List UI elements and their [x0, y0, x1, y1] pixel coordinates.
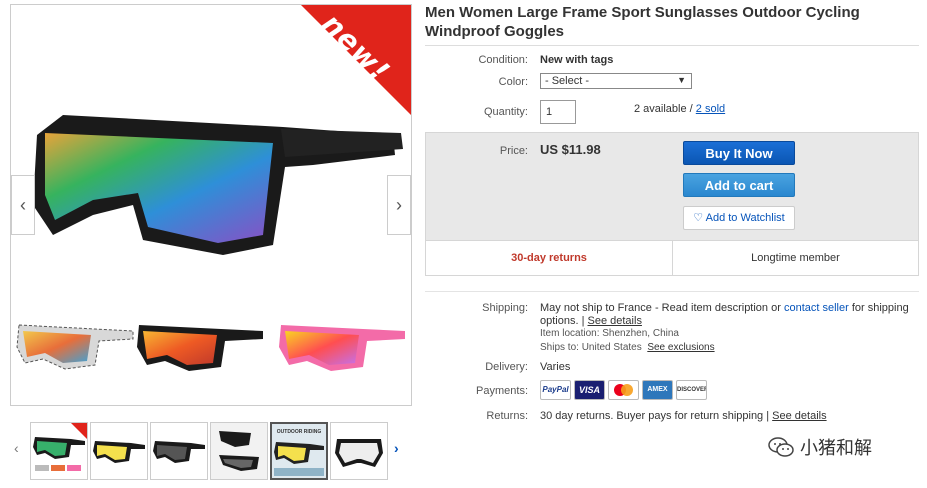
paypal-icon: PayPal	[540, 380, 571, 400]
returns-info: 30 day returns. Buyer pays for return sh…	[540, 410, 827, 422]
price-value: US $11.98	[540, 142, 601, 157]
listing-page: new! ‹ › ‹ OUTDOOR RIDING › Men Women La…	[0, 0, 927, 488]
thumbnail-5[interactable]: OUTDOOR RIDING	[270, 422, 328, 480]
amex-icon: AMEX	[642, 380, 673, 400]
delivery-value: Varies	[540, 361, 571, 373]
watermark: 小猪和解	[768, 432, 918, 462]
price-label: Price:	[499, 145, 528, 157]
condition-label: Condition:	[478, 54, 528, 66]
dropdown-caret-icon: ▼	[677, 75, 686, 85]
item-location: Item location: Shenzhen, China	[540, 328, 679, 339]
heart-icon: ♡	[693, 212, 704, 224]
variant-camo-image	[16, 324, 134, 370]
image-gallery: new! ‹ ›	[10, 4, 412, 406]
returns-label: Returns:	[486, 410, 528, 422]
discover-icon: DISCOVER	[676, 380, 707, 400]
returns-see-details-link[interactable]: See details	[772, 410, 826, 422]
product-title: Men Women Large Frame Sport Sunglasses O…	[425, 4, 860, 40]
shipping-info: May not ship to France - Read item descr…	[540, 302, 909, 327]
section-divider	[425, 291, 919, 292]
quantity-label: Quantity:	[483, 106, 528, 118]
visa-icon: VISA	[574, 380, 605, 400]
availability: 2 available / 2 sold	[634, 103, 726, 115]
contact-seller-link[interactable]: contact seller	[784, 302, 849, 314]
color-label: Color:	[498, 76, 528, 88]
color-select[interactable]: - Select - ▼	[540, 73, 692, 89]
thumb-next-button[interactable]: ›	[394, 440, 399, 456]
thumb-prev-button[interactable]: ‹	[14, 440, 19, 456]
thumbnail-2[interactable]	[90, 422, 148, 480]
thumbnail-1[interactable]	[30, 422, 88, 480]
condition-value: New with tags	[540, 54, 614, 66]
mastercard-icon	[608, 380, 639, 400]
next-image-button[interactable]: ›	[387, 175, 411, 235]
wechat-icon	[768, 437, 794, 457]
ships-to: Ships to: United States See exclusions	[540, 342, 715, 353]
see-exclusions-link[interactable]: See exclusions	[647, 342, 714, 353]
add-to-cart-button[interactable]: Add to cart	[683, 173, 795, 197]
variant-black-image	[137, 325, 263, 371]
sold-link[interactable]: 2 sold	[696, 103, 725, 115]
thumbnail-4[interactable]	[210, 422, 268, 480]
shipping-see-details-link[interactable]: See details	[588, 315, 642, 327]
prev-image-button[interactable]: ‹	[11, 175, 35, 235]
title-divider	[425, 45, 919, 46]
assurance-bar: 30-day returns Longtime member	[425, 240, 919, 276]
quantity-input[interactable]: 1	[540, 100, 576, 124]
delivery-label: Delivery:	[485, 361, 528, 373]
buy-it-now-button[interactable]: Buy It Now	[683, 141, 795, 165]
thumbnail-6[interactable]	[330, 422, 388, 480]
member-badge: Longtime member	[751, 252, 840, 264]
returns-badge: 30-day returns	[511, 252, 587, 264]
variant-pink-image	[279, 325, 405, 371]
thumbnail-strip: ‹ OUTDOOR RIDING ›	[10, 418, 412, 484]
thumbnail-caption: OUTDOOR RIDING	[277, 429, 322, 435]
thumbnail-3[interactable]	[150, 422, 208, 480]
main-product-image[interactable]	[23, 95, 403, 295]
shipping-label: Shipping:	[482, 302, 528, 314]
payments-label: Payments:	[476, 385, 528, 397]
add-to-watchlist-button[interactable]: ♡ Add to Watchlist	[683, 206, 795, 230]
